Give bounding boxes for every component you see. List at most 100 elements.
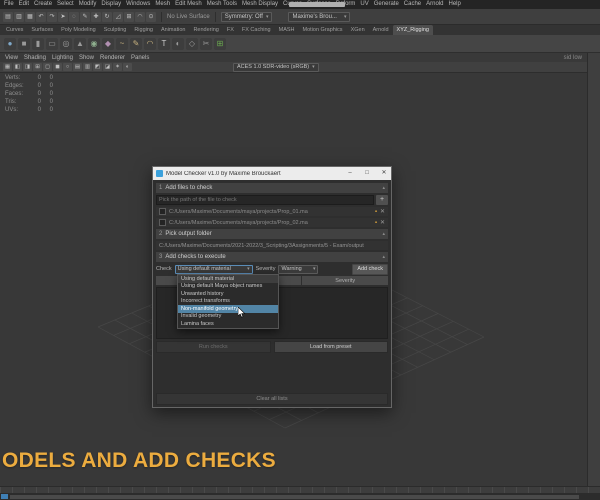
snap-point-icon[interactable]: ⊙ [146,11,156,22]
file-checkbox[interactable] [159,219,166,226]
menu-item[interactable]: Windows [126,0,150,9]
paint-select-icon[interactable]: ✎ [80,11,90,22]
file-path-input[interactable] [156,195,374,205]
menu-item[interactable]: Select [57,0,74,9]
remove-file-icon[interactable]: ✕ [380,219,385,226]
save-scene-icon[interactable]: ▦ [25,11,35,22]
minimize-button[interactable]: – [343,167,357,180]
poly-cylinder-icon[interactable]: ▮ [32,37,44,50]
dropdown-option[interactable]: Unwanted history [178,290,278,298]
menu-item[interactable]: UV [360,0,368,9]
bevel-icon[interactable]: ◇ [186,37,198,50]
select-tool-icon[interactable]: ➤ [58,11,68,22]
poly-torus-icon[interactable]: ◎ [60,37,72,50]
shelf-tab[interactable]: XYZ_Rigging [392,25,433,35]
menu-item[interactable]: Edit Mesh [175,0,202,9]
menu-item[interactable]: Mesh Display [242,0,278,9]
dropdown-option[interactable]: Non-manifold geometry [178,305,278,313]
redo-icon[interactable]: ↷ [47,11,57,22]
menu-item[interactable]: Display [101,0,121,9]
open-scene-icon[interactable]: ▥ [14,11,24,22]
dropdown-option[interactable]: Using default Maya object names [178,283,278,291]
shelf-tab[interactable]: FX Caching [238,25,275,35]
shadows-icon[interactable]: ◐ [123,63,132,71]
menu-item[interactable]: Create [34,0,52,9]
snap-grid-icon[interactable]: ⊞ [124,11,134,22]
section-add-checks[interactable]: 3 Add checks to execute ▴ [156,252,388,262]
quad-draw-icon[interactable]: ⊞ [214,37,226,50]
right-panel-expander[interactable] [587,53,600,487]
add-check-button[interactable]: Add check [352,263,388,275]
arc-tool-icon[interactable]: ◠ [144,37,156,50]
workspace-dropdown[interactable]: Maxime's Brou... ▾ [288,11,351,22]
pencil-curve-icon[interactable]: ✎ [130,37,142,50]
severity-dropdown[interactable]: Warning ▾ [278,264,319,274]
output-path[interactable]: C:/Users/Maxime/Documents/2021-2022/3_Sc… [156,241,388,250]
shelf-tab[interactable]: Arnold [369,25,393,35]
undo-icon[interactable]: ↶ [36,11,46,22]
dropdown-option[interactable]: Using default material [178,275,278,283]
curve-tool-icon[interactable]: ~ [116,37,128,50]
lighting-icon[interactable]: ✶ [113,63,122,71]
menu-item[interactable]: File [4,0,14,9]
menu-item[interactable]: Mesh [155,0,170,9]
platonic-solid-icon[interactable]: ◆ [102,37,114,50]
run-checks-button[interactable]: Run checks [156,341,271,353]
time-slider[interactable] [0,486,600,493]
camera-attributes-icon[interactable]: ◨ [23,63,32,71]
lasso-tool-icon[interactable]: ◌ [69,11,79,22]
shelf-tab[interactable]: Curves [2,25,27,35]
lock-camera-icon[interactable]: ◧ [13,63,22,71]
panel-menu-item[interactable]: Show [79,55,94,61]
dialog-titlebar[interactable]: Model Checker v1.0 by Maxime Brouckaert … [153,167,391,180]
remove-file-icon[interactable]: ✕ [380,208,385,215]
shelf-tab[interactable]: Sculpting [100,25,131,35]
shelf-tab[interactable]: Animation [157,25,189,35]
lock-icon[interactable]: ▪ [375,220,377,226]
panel-menu-item[interactable]: Lighting [52,55,73,61]
shelf-tab[interactable]: Rendering [189,25,222,35]
lock-icon[interactable]: ▪ [375,209,377,215]
menu-item[interactable]: Generate [374,0,399,9]
move-tool-icon[interactable]: ✚ [91,11,101,22]
panel-menu-item[interactable]: Renderer [100,55,125,61]
add-file-button[interactable]: + [376,195,388,205]
file-checkbox[interactable] [159,208,166,215]
range-bar[interactable] [10,494,579,499]
shelf-tab[interactable]: Surfaces [27,25,57,35]
maximize-button[interactable]: □ [360,167,374,180]
view-grid-icon[interactable]: ◼ [53,63,62,71]
menu-item[interactable]: Help [448,0,460,9]
range-slider[interactable] [0,493,600,500]
section-add-files[interactable]: 1 Add files to check ▴ [156,183,388,193]
dropdown-option[interactable]: Incorrect transforms [178,298,278,306]
menu-item[interactable]: Edit [19,0,29,9]
safe-action-icon[interactable]: ◩ [93,63,102,71]
multi-cut-icon[interactable]: ✂ [200,37,212,50]
load-preset-button[interactable]: Load from preset [273,341,388,353]
shelf-tab[interactable]: MASH [275,25,299,35]
close-button[interactable]: ✕ [377,167,391,180]
bookmark-icon[interactable]: ⊞ [33,63,42,71]
new-scene-icon[interactable]: ▤ [3,11,13,22]
poly-cone-icon[interactable]: ▲ [74,37,86,50]
poly-cube-icon[interactable]: ■ [18,37,30,50]
panel-menu-item[interactable]: Panels [131,55,149,61]
shelf-tab[interactable]: Poly Modeling [57,25,100,35]
resolution-gate-icon[interactable]: ▤ [73,63,82,71]
film-gate-icon[interactable]: ○ [63,63,72,71]
clear-all-lists-button[interactable]: Clear all lists [156,393,388,405]
shelf-tab[interactable]: Rigging [130,25,157,35]
dropdown-option[interactable]: Invalid geometry [178,313,278,321]
poly-plane-icon[interactable]: ▭ [46,37,58,50]
image-plane-icon[interactable]: ◻ [43,63,52,71]
timeline-handle-icon[interactable] [1,494,8,499]
scale-tool-icon[interactable]: ◿ [113,11,123,22]
menu-item[interactable]: Modify [79,0,97,9]
shelf-tab[interactable]: FX [223,25,238,35]
check-dropdown[interactable]: Using default material ▾ [174,264,253,274]
text-tool-icon[interactable]: T [158,37,170,50]
poly-sphere-icon[interactable]: ● [4,37,16,50]
safe-title-icon[interactable]: ◪ [103,63,112,71]
menu-item[interactable]: Cache [404,0,421,9]
